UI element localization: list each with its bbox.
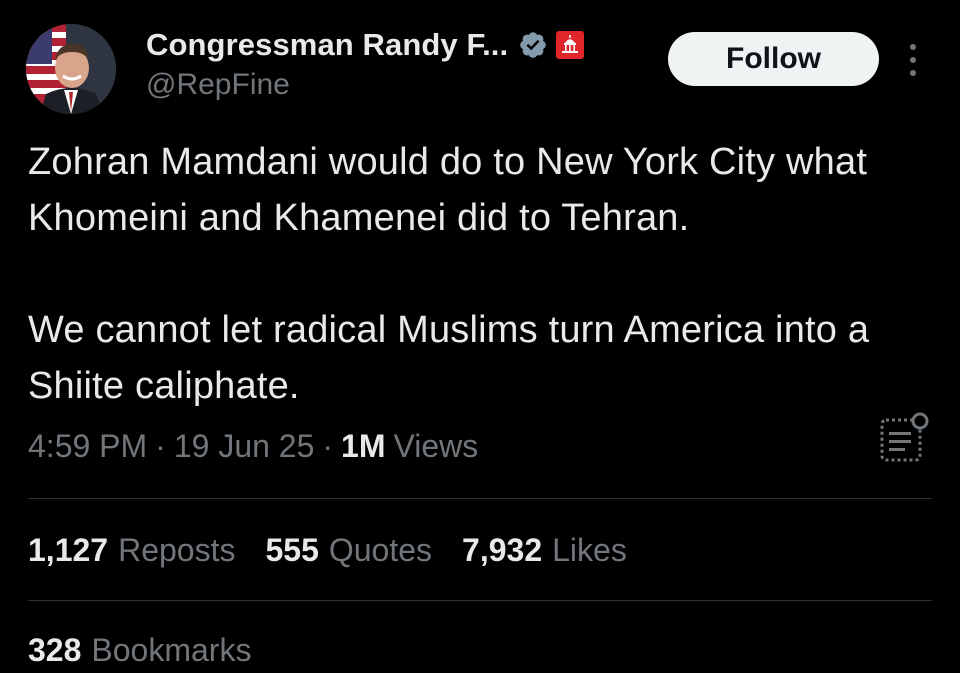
stat-likes[interactable]: 7,932 Likes [462,532,627,569]
verified-badge-icon [520,32,547,58]
stat-count: 555 [265,532,319,568]
stat-count: 328 [28,632,82,668]
stat-bookmarks[interactable]: 328 Bookmarks [28,632,251,669]
divider [28,600,932,601]
stat-count: 7,932 [462,532,543,568]
summary-icon[interactable] [876,410,932,466]
stat-count: 1,127 [28,532,109,568]
divider [28,498,932,499]
avatar[interactable] [26,24,116,114]
meta-separator: · [155,428,166,464]
capitol-badge-icon [556,31,585,59]
views-count: 1M [341,428,386,464]
stat-label: Likes [552,532,627,568]
stat-label: Quotes [328,532,433,568]
follow-button[interactable]: Follow [668,32,879,86]
more-dot [910,57,916,63]
stat-label: Reposts [118,532,236,568]
stat-reposts[interactable]: 1,127 Reposts [28,532,235,569]
tweet-paragraph: Zohran Mamdani would do to New York City… [28,141,868,239]
author-name-row[interactable]: Congressman Randy F... [146,26,585,64]
stat-quotes[interactable]: 555 Quotes [265,532,432,569]
display-name[interactable]: Congressman Randy F... [146,27,508,63]
more-vertical-icon[interactable] [898,40,928,80]
stat-label: Bookmarks [91,632,252,668]
avatar-image [26,24,116,114]
views-label: Views [393,428,479,464]
tweet-text: Zohran Mamdani would do to New York City… [28,134,928,414]
tweet-meta: 4:59 PM · 19 Jun 25 · 1M Views [28,428,478,465]
more-dot [910,70,916,76]
tweet-paragraph: We cannot let radical Muslims turn Ameri… [28,309,870,407]
engagement-stats: 1,127 Reposts 555 Quotes 7,932 Likes [28,532,657,569]
author-handle[interactable]: @RepFine [146,68,290,102]
tweet-time[interactable]: 4:59 PM [28,428,147,465]
tweet-detail: Congressman Randy F... @RepFine Follow Z… [0,0,960,673]
meta-separator: · [322,428,334,464]
more-dot [910,44,916,50]
tweet-date[interactable]: 19 Jun 25 [174,428,315,465]
